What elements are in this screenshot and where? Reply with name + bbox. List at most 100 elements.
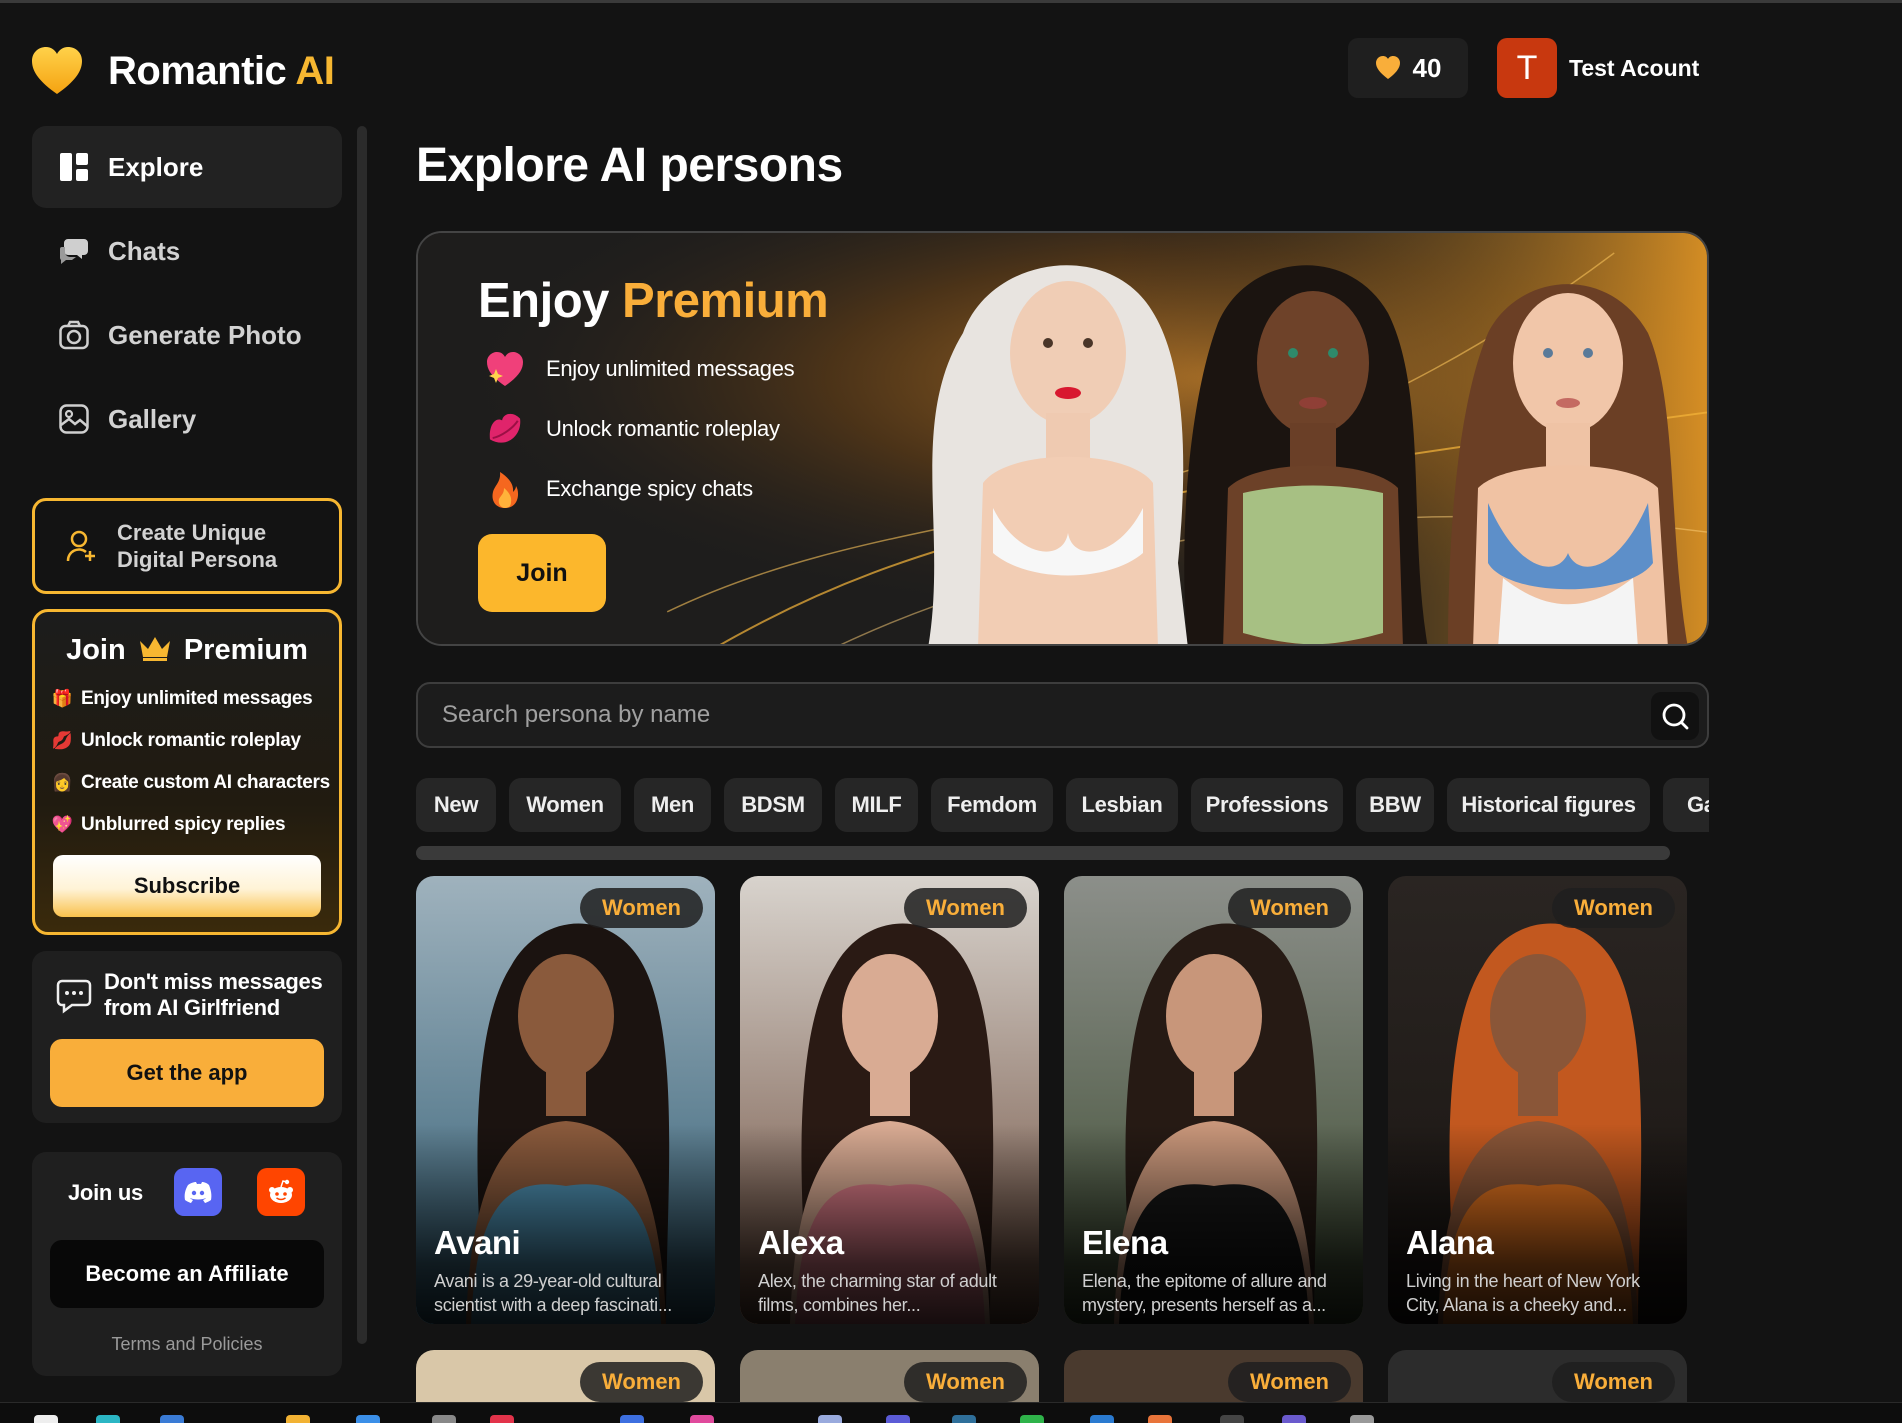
taskbar-icon[interactable] — [1020, 1415, 1044, 1423]
premium-perk: 💋 Unlock romantic roleplay — [51, 730, 302, 751]
category-chip[interactable]: BDSM — [724, 778, 822, 832]
brand-logo[interactable]: Romantic AI — [30, 44, 335, 98]
get-app-button[interactable]: Get the app — [50, 1039, 324, 1107]
terms-link[interactable]: Terms and Policies — [32, 1334, 342, 1355]
taskbar-icon[interactable] — [620, 1415, 644, 1423]
persona-card-partial[interactable]: Women — [1064, 1350, 1363, 1410]
category-badge: Women — [579, 1362, 703, 1402]
premium-perk: 👩 Create custom AI characters — [51, 772, 331, 793]
taskbar-icon[interactable] — [818, 1415, 842, 1423]
search-button[interactable] — [1651, 692, 1699, 740]
category-chip[interactable]: MILF — [835, 778, 918, 832]
category-chip[interactable]: BBW — [1356, 778, 1434, 832]
persona-name: Avani — [434, 1224, 521, 1261]
category-badge: Women — [1227, 1362, 1351, 1402]
category-chip[interactable]: Ga — [1663, 778, 1709, 832]
taskbar-icon[interactable] — [1220, 1415, 1244, 1423]
join-us-label: Join us — [68, 1180, 143, 1205]
category-badge: Women — [1551, 888, 1675, 928]
banner-title: Enjoy Premium — [478, 274, 829, 328]
taskbar-icon[interactable] — [886, 1415, 910, 1423]
user-plus-icon — [66, 530, 95, 562]
heart-logo-icon — [32, 47, 82, 94]
lips-icon — [489, 413, 521, 443]
sparkling-heart-icon — [487, 352, 523, 386]
taskbar-icon[interactable] — [286, 1415, 310, 1423]
taskbar-icon[interactable] — [34, 1415, 58, 1423]
category-chip[interactable]: Professions — [1191, 778, 1343, 832]
premium-title: Join Premium — [66, 634, 308, 666]
taskbar-icon[interactable] — [1090, 1415, 1114, 1423]
account-name[interactable]: Test Acount — [1569, 55, 1699, 82]
social-links: Join us Become an Affiliate Terms and Po… — [32, 1152, 342, 1376]
search-icon — [1662, 703, 1689, 730]
taskbar-icon[interactable] — [356, 1415, 380, 1423]
reddit-icon — [269, 1179, 293, 1203]
search-input[interactable] — [442, 701, 1592, 729]
banner-perk: Exchange spicy chats — [484, 468, 753, 510]
taskbar-icon[interactable] — [1350, 1415, 1374, 1423]
credits-counter[interactable]: 40 — [1348, 38, 1468, 98]
chat-dots-icon — [56, 979, 92, 1014]
taskbar-icon[interactable] — [432, 1415, 456, 1423]
camera-icon — [59, 320, 89, 350]
persona-name: Elena — [1082, 1224, 1168, 1261]
sidebar-item-chats[interactable]: Chats — [32, 210, 342, 292]
sidebar-item-label: Chats — [108, 235, 181, 266]
persona-card[interactable]: Women Avani Avani is a 29-year-old cultura… — [416, 876, 715, 1324]
image-icon — [59, 404, 89, 434]
premium-perk: 💖 Unblurred spicy replies — [51, 814, 286, 835]
taskbar-icon[interactable] — [952, 1415, 976, 1423]
category-chip[interactable]: Women — [509, 778, 621, 832]
banner-perk: Enjoy unlimited messages — [484, 348, 795, 390]
category-chip[interactable]: Men — [634, 778, 711, 832]
taskbar-icon[interactable] — [160, 1415, 184, 1423]
persona-card[interactable]: Women Elena Elena, the epitome of allure a… — [1064, 876, 1363, 1324]
taskbar-icon[interactable] — [96, 1415, 120, 1423]
sidebar-item-gallery[interactable]: Gallery — [32, 378, 342, 460]
discord-button[interactable] — [174, 1168, 222, 1216]
create-persona-button[interactable]: Create Unique Digital Persona — [32, 498, 342, 594]
taskbar-icon[interactable] — [1148, 1415, 1172, 1423]
page-title: Explore AI persons — [416, 139, 843, 192]
avatar[interactable]: T — [1497, 38, 1557, 98]
category-chip[interactable]: Femdom — [931, 778, 1053, 832]
become-affiliate-button[interactable]: Become an Affiliate — [50, 1240, 324, 1308]
premium-promo: Join Premium 🎁 Enjoy unlimited messages 💋… — [32, 609, 342, 935]
taskbar-icon[interactable] — [1282, 1415, 1306, 1423]
fire-icon — [492, 472, 519, 508]
app-promo-message: Don't miss messages from AI Girlfriend — [56, 969, 342, 1021]
reddit-button[interactable] — [257, 1168, 305, 1216]
category-chips: New Women Men BDSM MILF Femdom Lesbian P… — [416, 778, 1709, 834]
category-badge: Women — [579, 888, 703, 928]
premium-banner: Enjoy Premium Enjoy unlimited messages U… — [416, 231, 1709, 646]
taskbar-icon[interactable] — [490, 1415, 514, 1423]
persona-card-partial[interactable]: Women — [740, 1350, 1039, 1410]
category-scrollbar[interactable] — [416, 846, 1670, 860]
taskbar-icon[interactable] — [690, 1415, 714, 1423]
search-bar — [416, 682, 1709, 748]
sidebar-item-generate-photo[interactable]: Generate Photo — [32, 294, 342, 376]
persona-description: Living in the heart of New York City, Al… — [1406, 1271, 1640, 1315]
crown-icon — [139, 637, 170, 661]
persona-name: Alexa — [758, 1224, 844, 1261]
category-chip[interactable]: Lesbian — [1066, 778, 1178, 832]
woman-icon: 👩 — [51, 773, 73, 792]
heart-icon — [1375, 56, 1400, 79]
premium-perk: 🎁 Enjoy unlimited messages — [51, 688, 313, 709]
join-premium-button[interactable]: Join — [478, 534, 606, 612]
persona-card[interactable]: Women Alana Living in the heart of New Yor… — [1388, 876, 1687, 1324]
persona-card[interactable]: Women Alexa Alex, the charming star of adu… — [740, 876, 1039, 1324]
category-chip[interactable]: New — [416, 778, 496, 832]
sidebar-item-label: Generate Photo — [108, 319, 302, 350]
subscribe-button[interactable]: Subscribe — [53, 855, 321, 917]
category-chip[interactable]: Historical figures — [1447, 778, 1650, 832]
persona-card-partial[interactable]: Women — [1388, 1350, 1687, 1410]
brand-name: Romantic AI — [108, 48, 335, 93]
sparkling-heart-icon: 💖 — [51, 815, 73, 834]
gift-icon: 🎁 — [51, 689, 73, 708]
persona-card-partial[interactable]: Women — [416, 1350, 715, 1410]
sidebar-scrollbar[interactable] — [357, 126, 367, 1344]
window-top-edge — [0, 0, 1902, 3]
sidebar-item-explore[interactable]: Explore — [32, 126, 342, 208]
